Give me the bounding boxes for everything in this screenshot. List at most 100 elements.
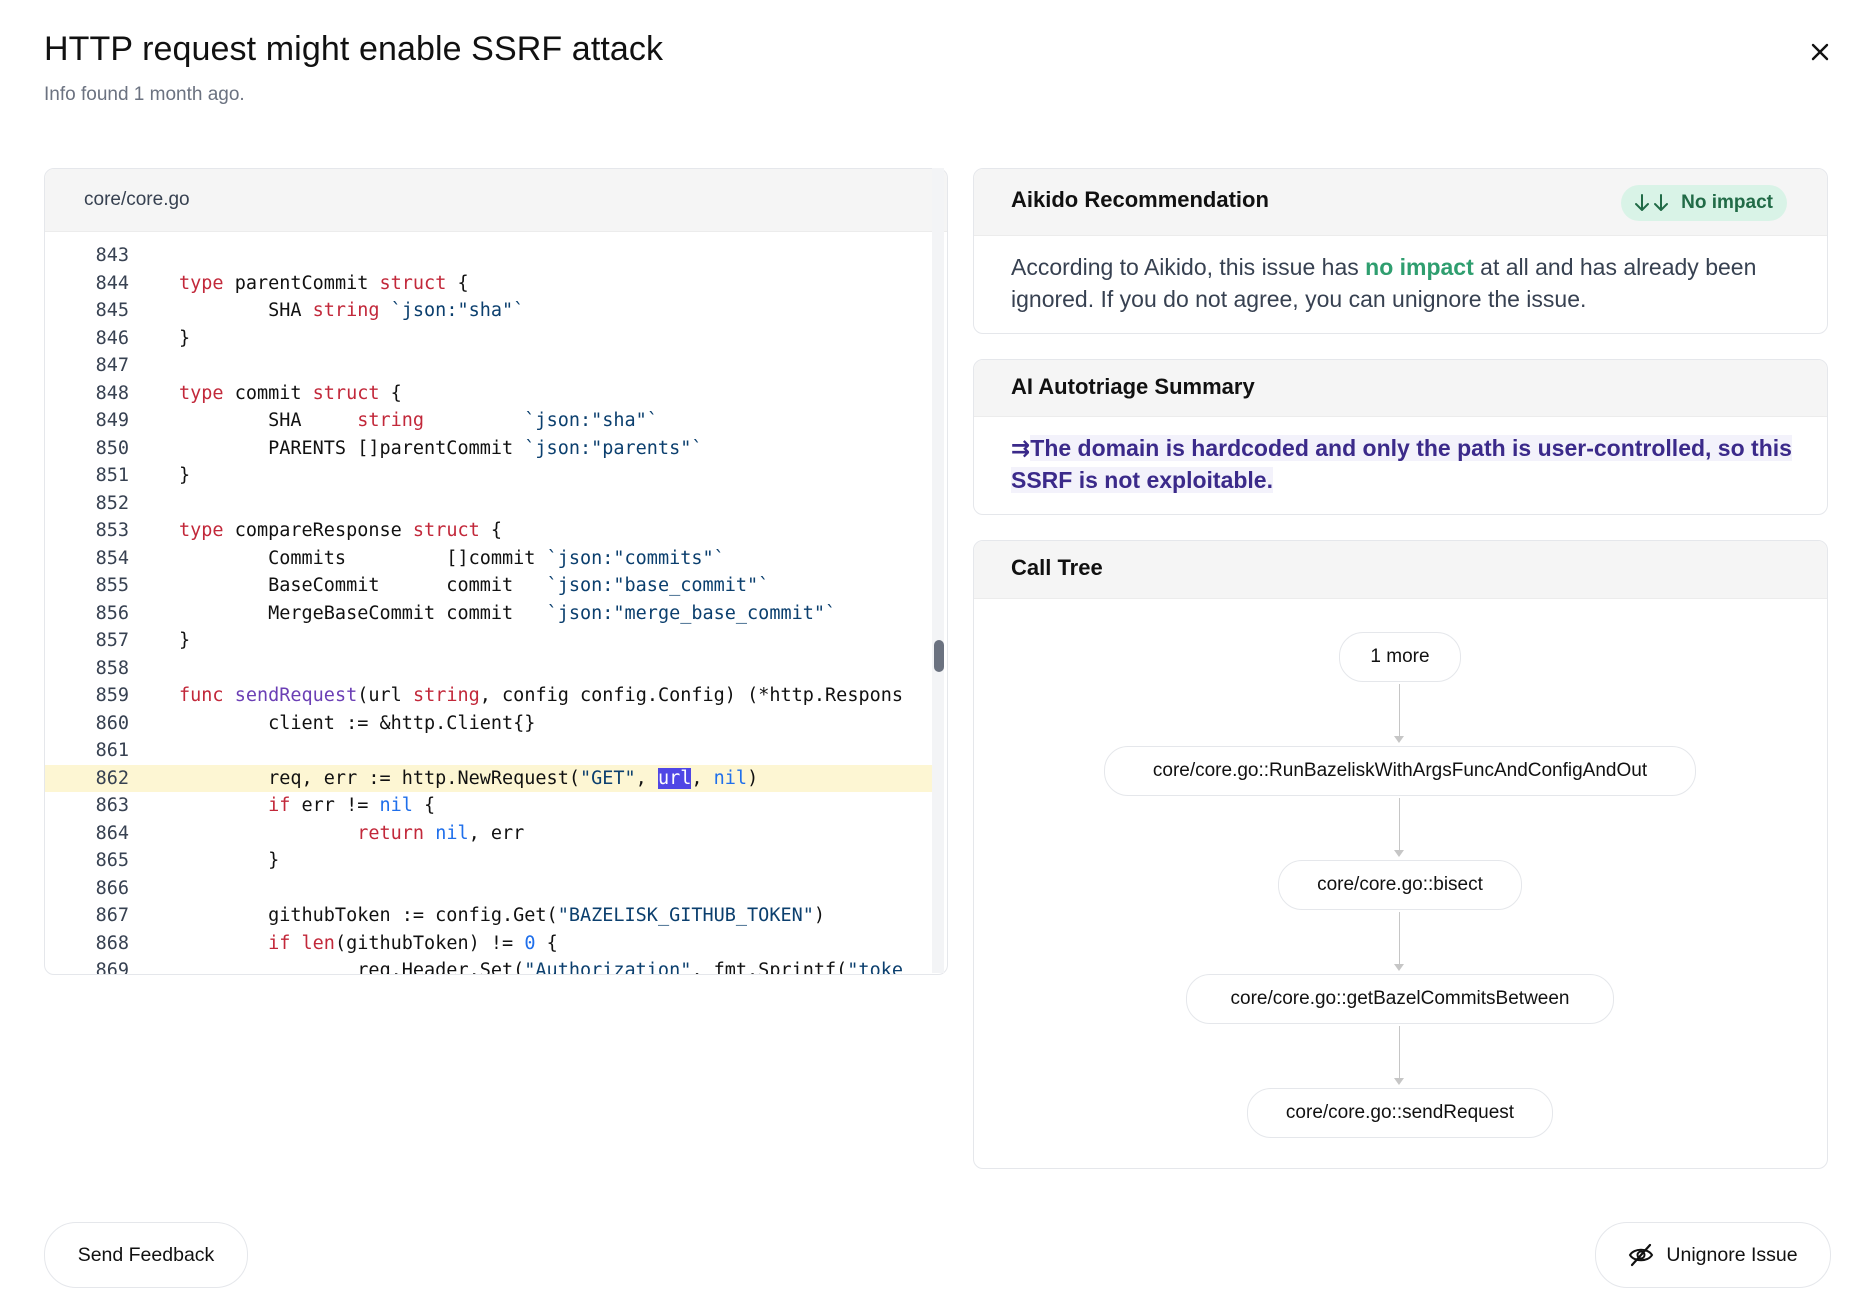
autotriage-title: AI Autotriage Summary: [1011, 374, 1255, 399]
code-line: 849 SHA string `json:"sha"`: [45, 407, 935, 434]
code-line: 864 return nil, err: [45, 820, 935, 847]
line-number: 852: [95, 492, 129, 514]
call-tree-title: Call Tree: [1011, 555, 1103, 580]
code-line-highlighted: 862 req, err := http.NewRequest("GET", u…: [45, 764, 935, 792]
line-number: 848: [95, 382, 129, 404]
code-line: 866: [45, 875, 935, 902]
line-number: 847: [95, 355, 129, 376]
code-line: 868 if len(githubToken) != 0 {: [45, 930, 935, 957]
call-tree-edge: [1399, 684, 1400, 738]
line-number: 862: [95, 767, 129, 789]
code-line: 846}: [45, 325, 935, 352]
call-tree-node[interactable]: core/core.go::bisect: [1278, 860, 1522, 910]
code-text: }: [179, 630, 191, 651]
line-number: 843: [95, 245, 129, 266]
code-text: PARENTS []parentCommit `json:"parents"`: [179, 437, 703, 459]
dialog-title: HTTP request might enable SSRF attack: [44, 30, 664, 68]
call-tree-arrow: [1394, 964, 1404, 971]
code-body[interactable]: 843 844 type parentCommit struct { 845 SHA …: [45, 232, 935, 974]
code-line: 855 BaseCommit commit `json:"base_commit…: [45, 572, 935, 599]
send-feedback-label: Send Feedback: [77, 1243, 215, 1266]
send-feedback-button[interactable]: Send Feedback: [44, 1222, 248, 1288]
code-text: type parentCommit struct {: [179, 272, 469, 294]
code-text: client := &http.Client{}: [179, 712, 536, 734]
code-line: 865 }: [45, 847, 935, 874]
code-text: func sendRequest(url string, config conf…: [179, 685, 904, 706]
eye-off-icon: [1629, 1243, 1654, 1267]
code-text: Commits []commit `json:"commits"`: [179, 547, 725, 569]
code-line: 853 type compareResponse struct {: [45, 517, 935, 544]
line-number: 858: [95, 657, 129, 679]
code-viewer[interactable]: core/core.go 843 844 type parentCommit str…: [44, 168, 948, 975]
call-tree-edge: [1399, 912, 1400, 966]
unignore-issue-button[interactable]: Unignore Issue: [1595, 1222, 1831, 1288]
unignore-issue-label: Unignore Issue: [1666, 1243, 1798, 1266]
code-text: return nil, err: [357, 822, 525, 844]
line-number: 856: [95, 602, 129, 624]
code-line: 856 MergeBaseCommit commit `json:"merge_…: [45, 600, 935, 627]
line-number: 849: [95, 410, 129, 431]
code-text: SHA string `json:"sha"`: [179, 300, 525, 321]
dialog-subtitle: Info found 1 month ago.: [44, 84, 245, 105]
code-line: 867 githubToken := config.Get("BAZELISK_…: [45, 902, 935, 929]
autotriage-text: ⇉The domain is hardcoded and only the pa…: [1011, 432, 1801, 496]
code-line: 863 if err != nil {: [45, 792, 935, 819]
code-line: 843: [45, 242, 935, 269]
call-tree-arrow: [1394, 1078, 1404, 1085]
code-line: 852: [45, 490, 935, 517]
code-line: 845 SHA string `json:"sha"`: [45, 297, 935, 324]
code-line: 858: [45, 655, 935, 682]
code-text: BaseCommit commit `json:"base_commit"`: [179, 575, 770, 596]
autotriage-text-body: The domain is hardcoded and only the pat…: [1011, 435, 1792, 493]
line-number: 863: [95, 795, 129, 816]
line-number: 868: [95, 932, 129, 954]
code-line: 854 Commits []commit `json:"commits"`: [45, 545, 935, 572]
call-tree-arrow: [1394, 850, 1404, 857]
code-line: 859 func sendRequest(url string, config c…: [45, 682, 935, 709]
recommendation-text: According to Aikido, this issue has no i…: [1011, 251, 1801, 315]
code-text: type commit struct {: [179, 382, 402, 404]
impact-badge-label: No impact: [1681, 192, 1773, 213]
line-number: 857: [95, 630, 129, 651]
close-button[interactable]: [1804, 36, 1836, 68]
code-text: MergeBaseCommit commit `json:"merge_base…: [179, 602, 837, 624]
code-line: 850 PARENTS []parentCommit `json:"parent…: [45, 435, 935, 462]
line-number: 845: [95, 300, 129, 321]
line-number: 844: [95, 272, 129, 294]
line-number: 865: [95, 850, 129, 871]
call-tree-arrow: [1394, 736, 1404, 743]
recommendation-emphasis: no impact: [1365, 254, 1474, 280]
call-tree-node[interactable]: core/core.go::RunBazeliskWithArgsFuncAnd…: [1104, 746, 1696, 796]
autotriage-card: AI Autotriage Summary ⇉The domain is har…: [973, 359, 1828, 515]
code-line: 847: [45, 352, 935, 379]
arrow-right-icon: ⇉: [1011, 435, 1031, 461]
code-scrollbar[interactable]: [932, 168, 944, 973]
code-text: SHA string `json:"sha"`: [179, 410, 658, 431]
code-line: 860 client := &http.Client{}: [45, 710, 935, 737]
code-text: if len(githubToken) != 0 {: [268, 932, 558, 954]
call-tree-edge: [1399, 1026, 1400, 1080]
recommendation-title: Aikido Recommendation: [1011, 187, 1269, 212]
line-number: 861: [95, 740, 129, 761]
code-text: }: [179, 465, 191, 486]
line-number: 846: [95, 327, 129, 349]
code-line: 848 type commit struct {: [45, 380, 935, 407]
code-line: 857}: [45, 627, 935, 654]
impact-badge: No impact: [1621, 185, 1787, 221]
line-number: 866: [95, 877, 129, 899]
code-scrollbar-thumb[interactable]: [934, 640, 944, 672]
double-arrow-down-icon: [1635, 194, 1669, 211]
line-number: 850: [95, 437, 129, 459]
line-number: 867: [95, 905, 129, 926]
code-file-name: core/core.go: [45, 169, 947, 232]
code-text: }: [179, 850, 280, 871]
call-tree-node[interactable]: core/core.go::sendRequest: [1247, 1088, 1553, 1138]
call-tree-node-more[interactable]: 1 more: [1339, 632, 1461, 682]
call-tree-node[interactable]: core/core.go::getBazelCommitsBetween: [1186, 974, 1614, 1024]
code-text: type compareResponse struct {: [179, 520, 503, 541]
line-number: 864: [95, 822, 129, 844]
code-text: if err != nil {: [268, 795, 436, 816]
code-line: 851}: [45, 462, 935, 489]
code-text: req, err := http.NewRequest("GET", url, …: [179, 767, 759, 789]
code-text: req.Header.Set("Authorization", fmt.Spri…: [179, 960, 903, 974]
